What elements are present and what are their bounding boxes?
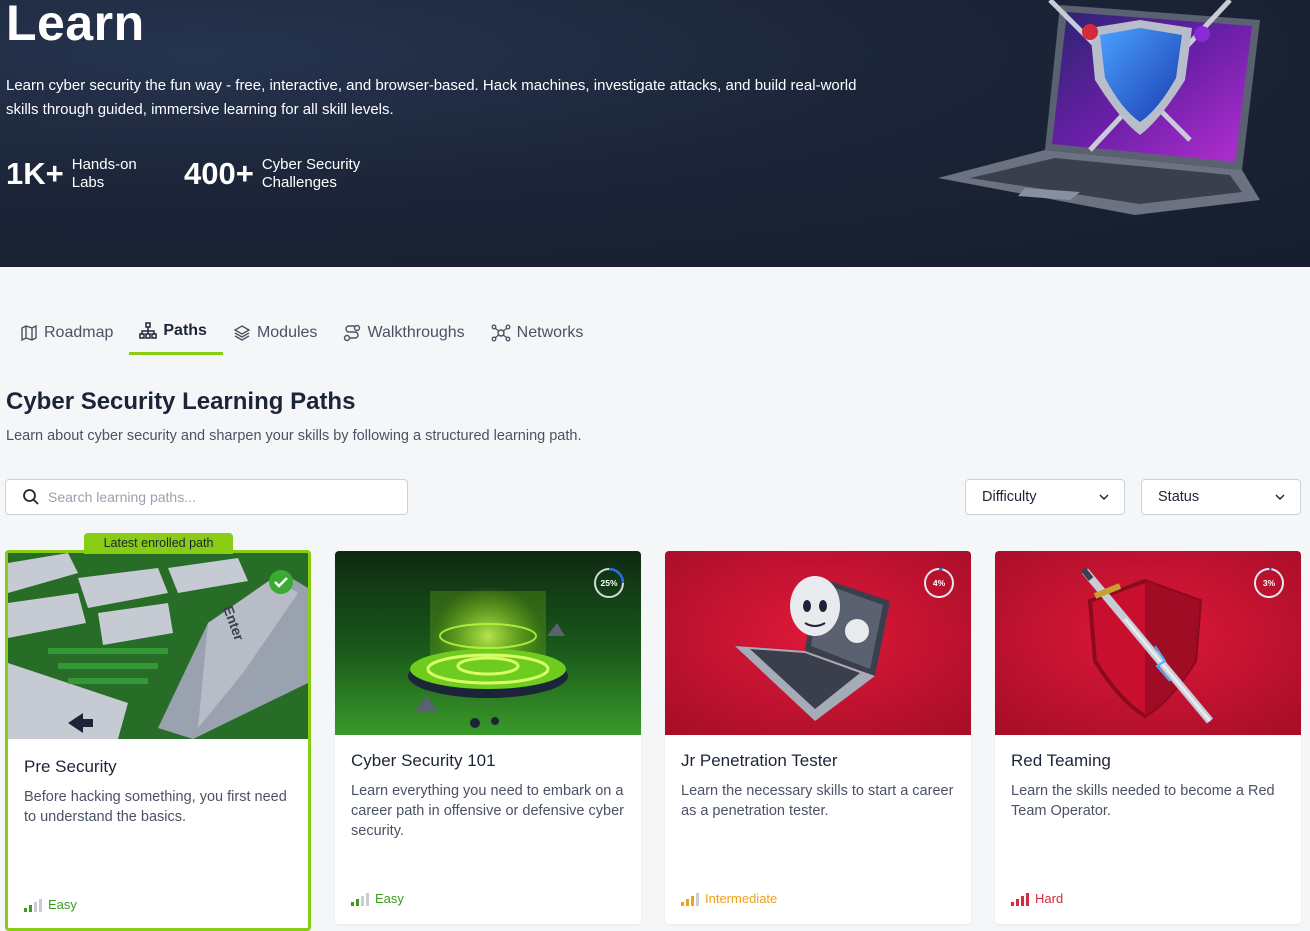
tab-label: Walkthroughs [367,323,465,341]
search-icon [23,489,39,505]
status-label: Status [1158,489,1200,505]
difficulty-indicator: Intermediate [681,891,777,906]
difficulty-bars-icon [24,899,42,912]
tab-label: Paths [163,322,207,339]
card-title: Red Teaming [1011,751,1111,770]
card-description: Learn the skills needed to become a Red … [1011,783,1275,819]
hero-description: Learn cyber security the fun way - free,… [6,77,857,118]
difficulty-bars-icon [681,893,699,906]
tab-paths[interactable]: Paths [129,310,223,355]
path-card-pre-security[interactable]: Enter Pre Security Before hacking someth… [5,550,311,931]
progress-text: 4% [932,578,946,588]
stat-label: Cyber Security Challenges [261,156,361,191]
stat-labs: 1K+ Hands-on Labs [6,156,147,192]
stat-value: 1K+ [6,156,64,191]
latest-enrolled-badge: Latest enrolled path [84,533,233,554]
difficulty-label: Easy [375,891,404,906]
laptop-shield-illustration [938,0,1260,215]
card-description: Learn everything you need to embark on a… [351,783,624,839]
layers-icon [233,324,251,341]
route-icon [344,324,361,341]
learn-tabs: Roadmap Paths Modules Walkthroughs Netwo… [10,310,599,355]
difficulty-select[interactable]: Difficulty [965,479,1125,515]
tab-label: Roadmap [44,323,114,341]
section-subtitle: Learn about cyber security and sharpen y… [6,428,582,444]
difficulty-label: Difficulty [982,489,1037,505]
card-description: Before hacking something, you first need… [24,789,287,825]
tab-label: Networks [516,323,584,341]
status-select[interactable]: Status [1141,479,1301,515]
path-card-red-teaming[interactable]: 3% Red Teaming Learn the skills needed t… [995,551,1301,924]
portal-illustration: 25% [335,551,641,735]
path-card-jr-penetration-tester[interactable]: 4% Jr Penetration Tester Learn the neces… [665,551,971,924]
section-title: Cyber Security Learning Paths [6,388,356,415]
map-icon [21,324,37,341]
hierarchy-icon [139,322,158,339]
search-input[interactable] [48,489,378,505]
stat-value: 400+ [184,156,254,191]
tab-label: Modules [256,323,318,341]
difficulty-bars-icon [351,893,369,906]
card-description: Learn the necessary skills to start a ca… [681,783,954,819]
progress-text: 25% [600,578,618,588]
tab-roadmap[interactable]: Roadmap [10,310,129,355]
difficulty-bars-icon [1011,893,1029,906]
card-title: Pre Security [24,757,117,776]
chevron-down-icon [1099,494,1109,501]
hacker-laptop-illustration: 4% [665,551,971,735]
progress-text: 3% [1262,578,1276,588]
tab-networks[interactable]: Networks [481,310,600,355]
search-box [5,479,408,515]
difficulty-label: Easy [48,897,77,912]
sword-shield-illustration: 3% [995,551,1301,735]
difficulty-label: Intermediate [705,891,778,906]
difficulty-indicator: Easy [351,891,404,906]
chevron-down-icon [1275,494,1285,501]
difficulty-indicator: Easy [24,897,77,912]
difficulty-indicator: Hard [1011,891,1063,906]
difficulty-label: Hard [1035,891,1064,906]
stat-label: Hands-on Labs [71,156,137,191]
stat-challenges: 400+ Cyber Security Challenges [184,156,372,192]
check-circle-icon [269,570,293,594]
tab-modules[interactable]: Modules [223,310,333,355]
card-title: Cyber Security 101 [351,751,496,770]
page-title: Learn [6,0,145,51]
network-icon [491,324,511,341]
keyboard-illustration: Enter [8,553,308,739]
tab-walkthroughs[interactable]: Walkthroughs [333,310,480,355]
card-title: Jr Penetration Tester [681,751,838,770]
hero-banner: Learn Learn cyber security the fun way -… [0,0,1310,267]
path-card-cyber-security-101[interactable]: 25% Cyber Security 101 Learn everything … [335,551,641,924]
